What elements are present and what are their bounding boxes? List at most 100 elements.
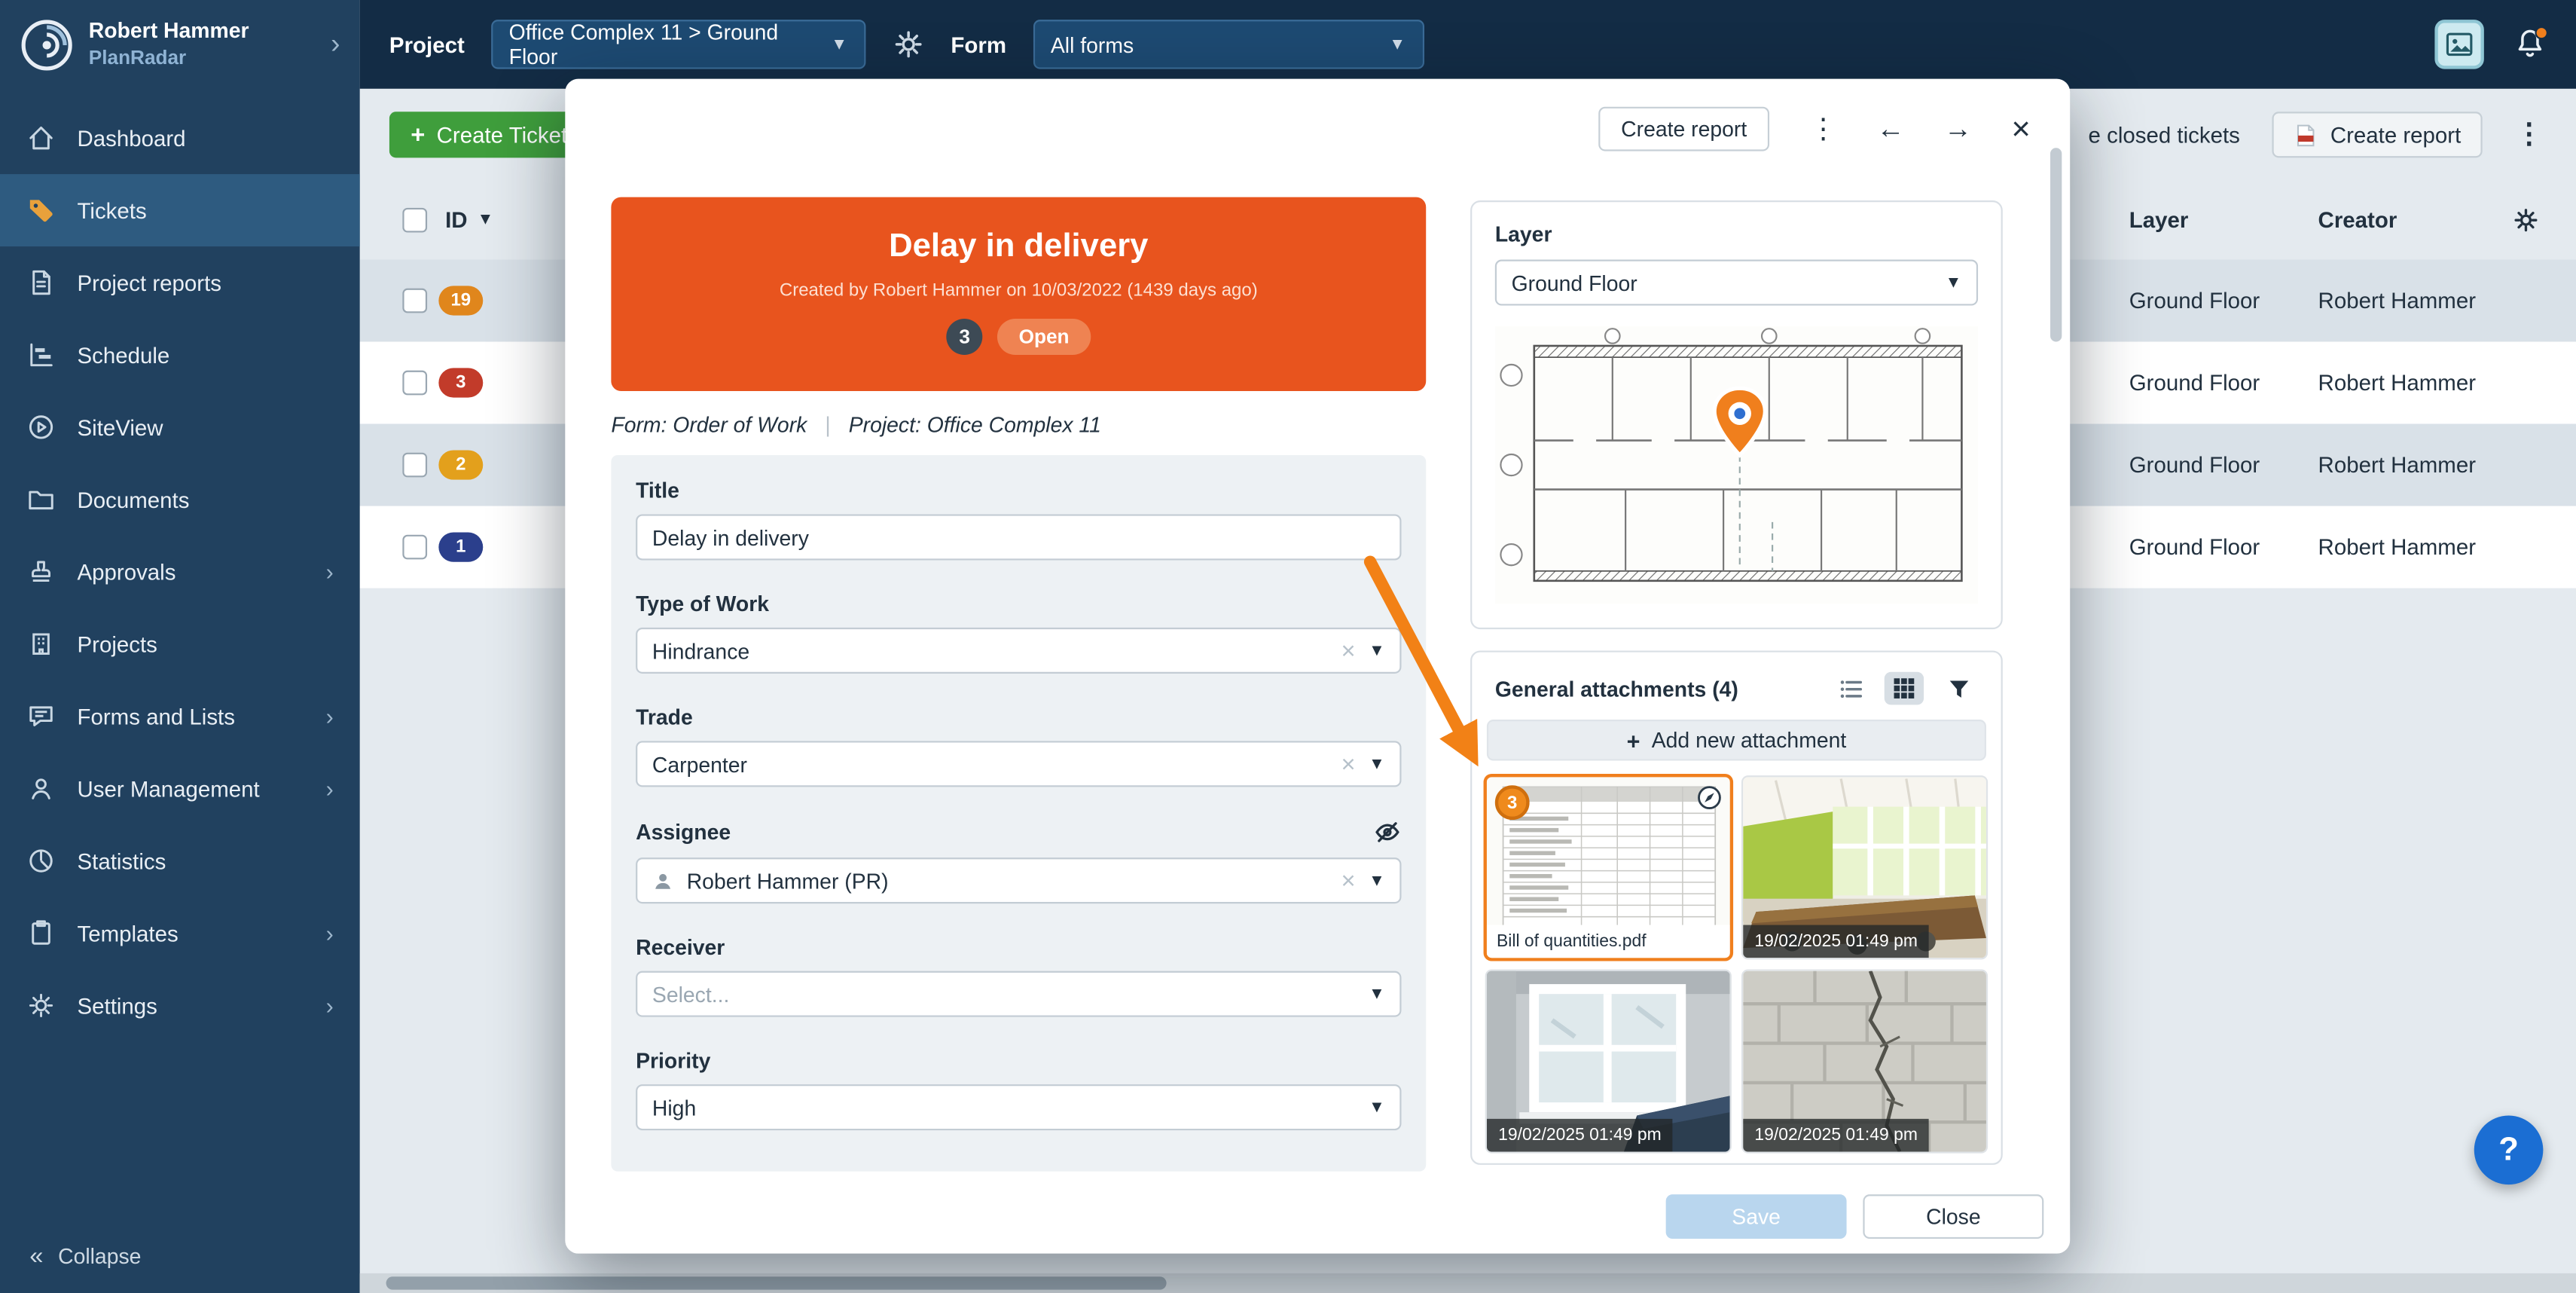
floor-plan-preview[interactable]	[1495, 326, 1978, 605]
chevron-right-icon: ›	[331, 28, 340, 61]
eye-off-icon[interactable]	[1373, 818, 1401, 846]
filter-button[interactable]	[1939, 672, 1978, 705]
layer-column-header[interactable]: Layer	[2129, 208, 2189, 233]
ticket-id-badge[interactable]: 2	[438, 450, 483, 479]
ticket-title: Delay in delivery	[644, 228, 1393, 266]
create-ticket-button[interactable]: + Create Ticket	[389, 112, 589, 157]
sidebar-item-label: User Management	[78, 776, 260, 801]
ticket-id-badge[interactable]: 3	[438, 368, 483, 397]
priority-label: Priority	[636, 1048, 710, 1073]
closed-tickets-label[interactable]: e closed tickets	[2089, 122, 2240, 147]
form-selector[interactable]: All forms ▼	[1033, 20, 1424, 69]
add-attachment-button[interactable]: + Add new attachment	[1487, 720, 1986, 761]
list-icon	[1838, 676, 1863, 701]
sidebar-item-settings[interactable]: Settings ›	[0, 969, 360, 1041]
creator-cell: Robert Hammer	[2318, 371, 2476, 396]
dashboard-icon	[26, 124, 56, 153]
modal-create-report-button[interactable]: Create report	[1598, 107, 1770, 151]
creator-column-header[interactable]: Creator	[2318, 208, 2397, 233]
help-button[interactable]: ?	[2474, 1116, 2544, 1185]
layer-cell: Ground Floor	[2129, 289, 2260, 313]
attachment-caption: Bill of quantities.pdf	[1487, 925, 1730, 958]
kebab-menu-icon[interactable]: ⋮	[1809, 115, 1837, 143]
sidebar-item-forms-and-lists[interactable]: Forms and Lists ›	[0, 680, 360, 753]
grid-view-button[interactable]	[1885, 672, 1924, 705]
id-column-header[interactable]: ID ▼	[445, 208, 493, 233]
attachments-grid: 3 Bill of quantities.pdf	[1487, 777, 1986, 1151]
row-checkbox[interactable]	[402, 371, 427, 396]
select-all-checkbox[interactable]	[402, 208, 427, 233]
chevron-down-icon: ▼	[1369, 1099, 1385, 1117]
row-checkbox[interactable]	[402, 453, 427, 478]
row-checkbox[interactable]	[402, 289, 427, 313]
close-icon[interactable]: ×	[2011, 112, 2030, 145]
chevron-down-icon: ▼	[1389, 35, 1406, 53]
attachment-caption: 19/02/2025 01:49 pm	[1743, 925, 1929, 958]
ticket-header-card: Delay in delivery Created by Robert Hamm…	[611, 197, 1426, 391]
project-settings-gear-icon[interactable]	[892, 28, 925, 61]
topbar: Project Office Complex 11 > Ground Floor…	[360, 0, 2576, 89]
horizontal-scrollbar-thumb[interactable]	[386, 1276, 1167, 1289]
ticket-detail-modal: Create report ⋮ ← → × Delay in delivery …	[565, 79, 2070, 1254]
column-settings-gear-icon[interactable]	[2512, 206, 2540, 234]
layer-select[interactable]: Ground Floor ▼	[1495, 260, 1978, 306]
sidebar-item-dashboard[interactable]: Dashboard	[0, 102, 360, 174]
sidebar-item-schedule[interactable]: Schedule	[0, 319, 360, 391]
close-button[interactable]: Close	[1863, 1194, 2043, 1239]
row-checkbox[interactable]	[402, 535, 427, 560]
ticket-id-badge[interactable]: 19	[438, 286, 483, 315]
creator-cell: Robert Hammer	[2318, 453, 2476, 478]
notifications-button[interactable]	[2513, 26, 2547, 63]
clear-icon[interactable]: ×	[1341, 867, 1356, 894]
add-attachment-label: Add new attachment	[1652, 728, 1847, 753]
type-of-work-select[interactable]: Hindrance × ▼	[636, 628, 1401, 674]
sidebar-item-project-reports[interactable]: Project reports	[0, 246, 360, 319]
attachment-photo[interactable]: 19/02/2025 01:49 pm	[1487, 971, 1730, 1152]
attachment-photo[interactable]: 19/02/2025 01:49 pm	[1743, 777, 1986, 958]
sidebar-item-documents[interactable]: Documents	[0, 463, 360, 536]
ticket-id-badge[interactable]: 1	[438, 532, 483, 561]
list-view-button[interactable]	[1830, 672, 1869, 705]
sidebar-item-approvals[interactable]: Approvals ›	[0, 536, 360, 608]
sidebar-nav: Dashboard Tickets Project reports Schedu…	[0, 102, 360, 1041]
sidebar-item-tickets[interactable]: Tickets	[0, 174, 360, 246]
assignee-select[interactable]: Robert Hammer (PR) × ▼	[636, 857, 1401, 903]
layer-value: Ground Floor	[1512, 271, 1933, 295]
sidebar-item-label: Forms and Lists	[78, 704, 235, 729]
assignee-value: Robert Hammer (PR)	[687, 868, 1328, 893]
form-meta: Form: Order of Work	[611, 412, 807, 437]
project-selector[interactable]: Office Complex 11 > Ground Floor ▼	[491, 20, 865, 69]
modal-scrollbar-thumb[interactable]	[2050, 148, 2062, 341]
ticket-created-info: Created by Robert Hammer on 10/03/2022 (…	[644, 281, 1393, 301]
previous-ticket-arrow-icon[interactable]: ←	[1877, 115, 1905, 143]
title-input[interactable]	[652, 525, 1385, 550]
sidebar-item-user-management[interactable]: User Management ›	[0, 753, 360, 825]
siteview-icon	[26, 412, 56, 442]
priority-select[interactable]: High ▼	[636, 1084, 1401, 1130]
attachment-pdf[interactable]: 3 Bill of quantities.pdf	[1487, 777, 1730, 958]
kebab-menu-icon[interactable]: ⋮	[2515, 118, 2543, 151]
chevron-right-icon: ›	[326, 992, 334, 1019]
sidebar-item-statistics[interactable]: Statistics	[0, 825, 360, 897]
clear-icon[interactable]: ×	[1341, 637, 1356, 665]
clear-icon[interactable]: ×	[1341, 750, 1356, 778]
form-label: Form	[951, 32, 1006, 57]
sidebar-item-templates[interactable]: Templates ›	[0, 897, 360, 970]
save-button[interactable]: Save	[1666, 1194, 1847, 1239]
status-badge[interactable]: Open	[997, 319, 1091, 355]
horizontal-scrollbar[interactable]	[360, 1273, 2576, 1293]
sidebar-item-projects[interactable]: Projects	[0, 608, 360, 680]
next-ticket-arrow-icon[interactable]: →	[1944, 115, 1972, 143]
trade-select[interactable]: Carpenter × ▼	[636, 741, 1401, 787]
trade-label: Trade	[636, 705, 693, 729]
account-switcher[interactable]: Robert Hammer PlanRadar ›	[0, 0, 360, 89]
create-report-button[interactable]: Create report	[2272, 112, 2482, 157]
whats-new-button[interactable]	[2434, 20, 2483, 69]
attachment-photo[interactable]: 19/02/2025 01:49 pm	[1743, 971, 1986, 1152]
gantt-icon	[26, 340, 56, 369]
sidebar-collapse-button[interactable]: « Collapse	[0, 1218, 360, 1293]
receiver-select[interactable]: Select... ▼	[636, 971, 1401, 1017]
sidebar-item-siteview[interactable]: SiteView	[0, 391, 360, 463]
chevron-right-icon: ›	[326, 703, 334, 729]
layer-label: Layer	[1495, 222, 1978, 246]
